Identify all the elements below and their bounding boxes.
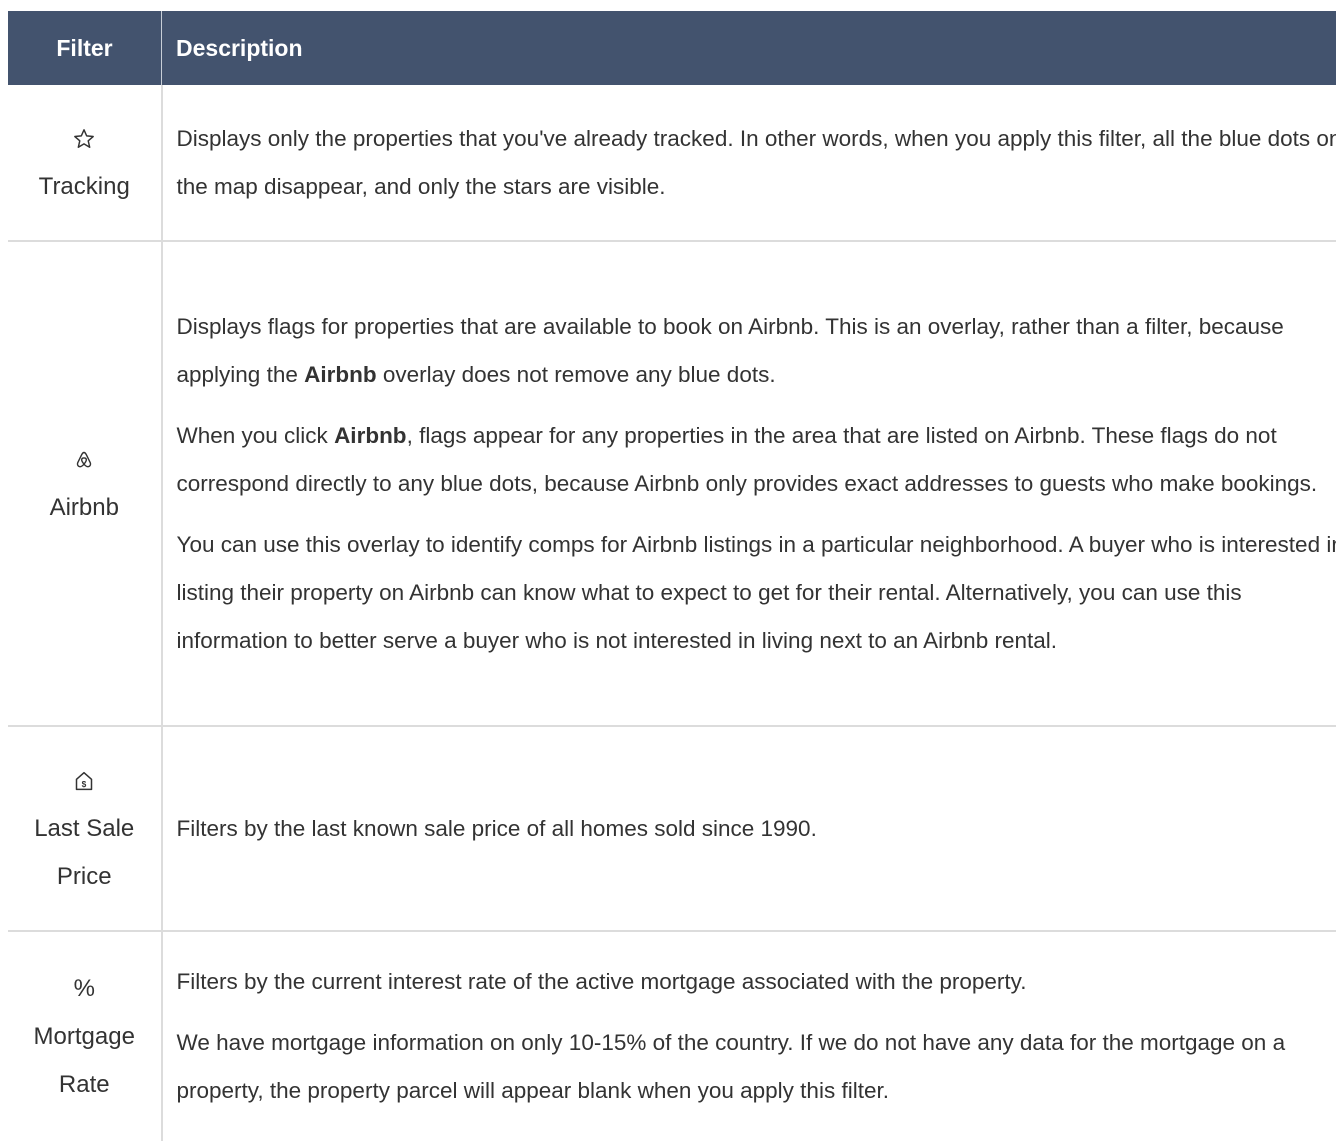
table-row: % Mortgage Rate Filters by the current i… xyxy=(8,931,1336,1141)
description-paragraph: Filters by the current interest rate of … xyxy=(177,958,1336,1006)
table-row: $ Last Sale Price Filters by the last kn… xyxy=(8,726,1336,931)
airbnb-logo-icon xyxy=(8,436,161,484)
description-paragraph: Displays flags for properties that are a… xyxy=(177,303,1336,399)
description-paragraph: When you click Airbnb, flags appear for … xyxy=(177,412,1336,508)
percent-icon: % xyxy=(8,965,161,1013)
table-row: Tracking Displays only the properties th… xyxy=(8,85,1336,241)
table-header-row: Filter Description xyxy=(8,11,1336,85)
filter-column-header: Filter xyxy=(8,11,162,85)
description-cell: Filters by the last known sale price of … xyxy=(162,726,1336,931)
filter-cell-mortgage-rate: % Mortgage Rate xyxy=(8,931,162,1141)
filters-table: Filter Description Tracking Displays onl… xyxy=(8,11,1336,1141)
table-row: Airbnb Displays flags for properties tha… xyxy=(8,241,1336,726)
filter-label: Last Sale Price xyxy=(8,805,161,901)
description-paragraph: You can use this overlay to identify com… xyxy=(177,521,1336,665)
filter-cell-tracking: Tracking xyxy=(8,85,162,241)
filter-label: Tracking xyxy=(8,163,161,211)
description-cell: Filters by the current interest rate of … xyxy=(162,931,1336,1141)
filter-cell-airbnb: Airbnb xyxy=(8,241,162,726)
house-dollar-icon: $ xyxy=(8,757,161,805)
description-paragraph: We have mortgage information on only 10-… xyxy=(177,1019,1336,1115)
svg-text:$: $ xyxy=(82,779,87,789)
filter-label: Airbnb xyxy=(8,484,161,532)
description-paragraph: Filters by the last known sale price of … xyxy=(177,805,1336,853)
star-outline-icon xyxy=(8,115,161,163)
description-cell: Displays only the properties that you've… xyxy=(162,85,1336,241)
description-column-header: Description xyxy=(162,11,1336,85)
description-paragraph: Displays only the properties that you've… xyxy=(177,115,1336,211)
filter-label: Mortgage Rate xyxy=(8,1013,161,1109)
description-cell: Displays flags for properties that are a… xyxy=(162,241,1336,726)
filter-cell-last-sale-price: $ Last Sale Price xyxy=(8,726,162,931)
